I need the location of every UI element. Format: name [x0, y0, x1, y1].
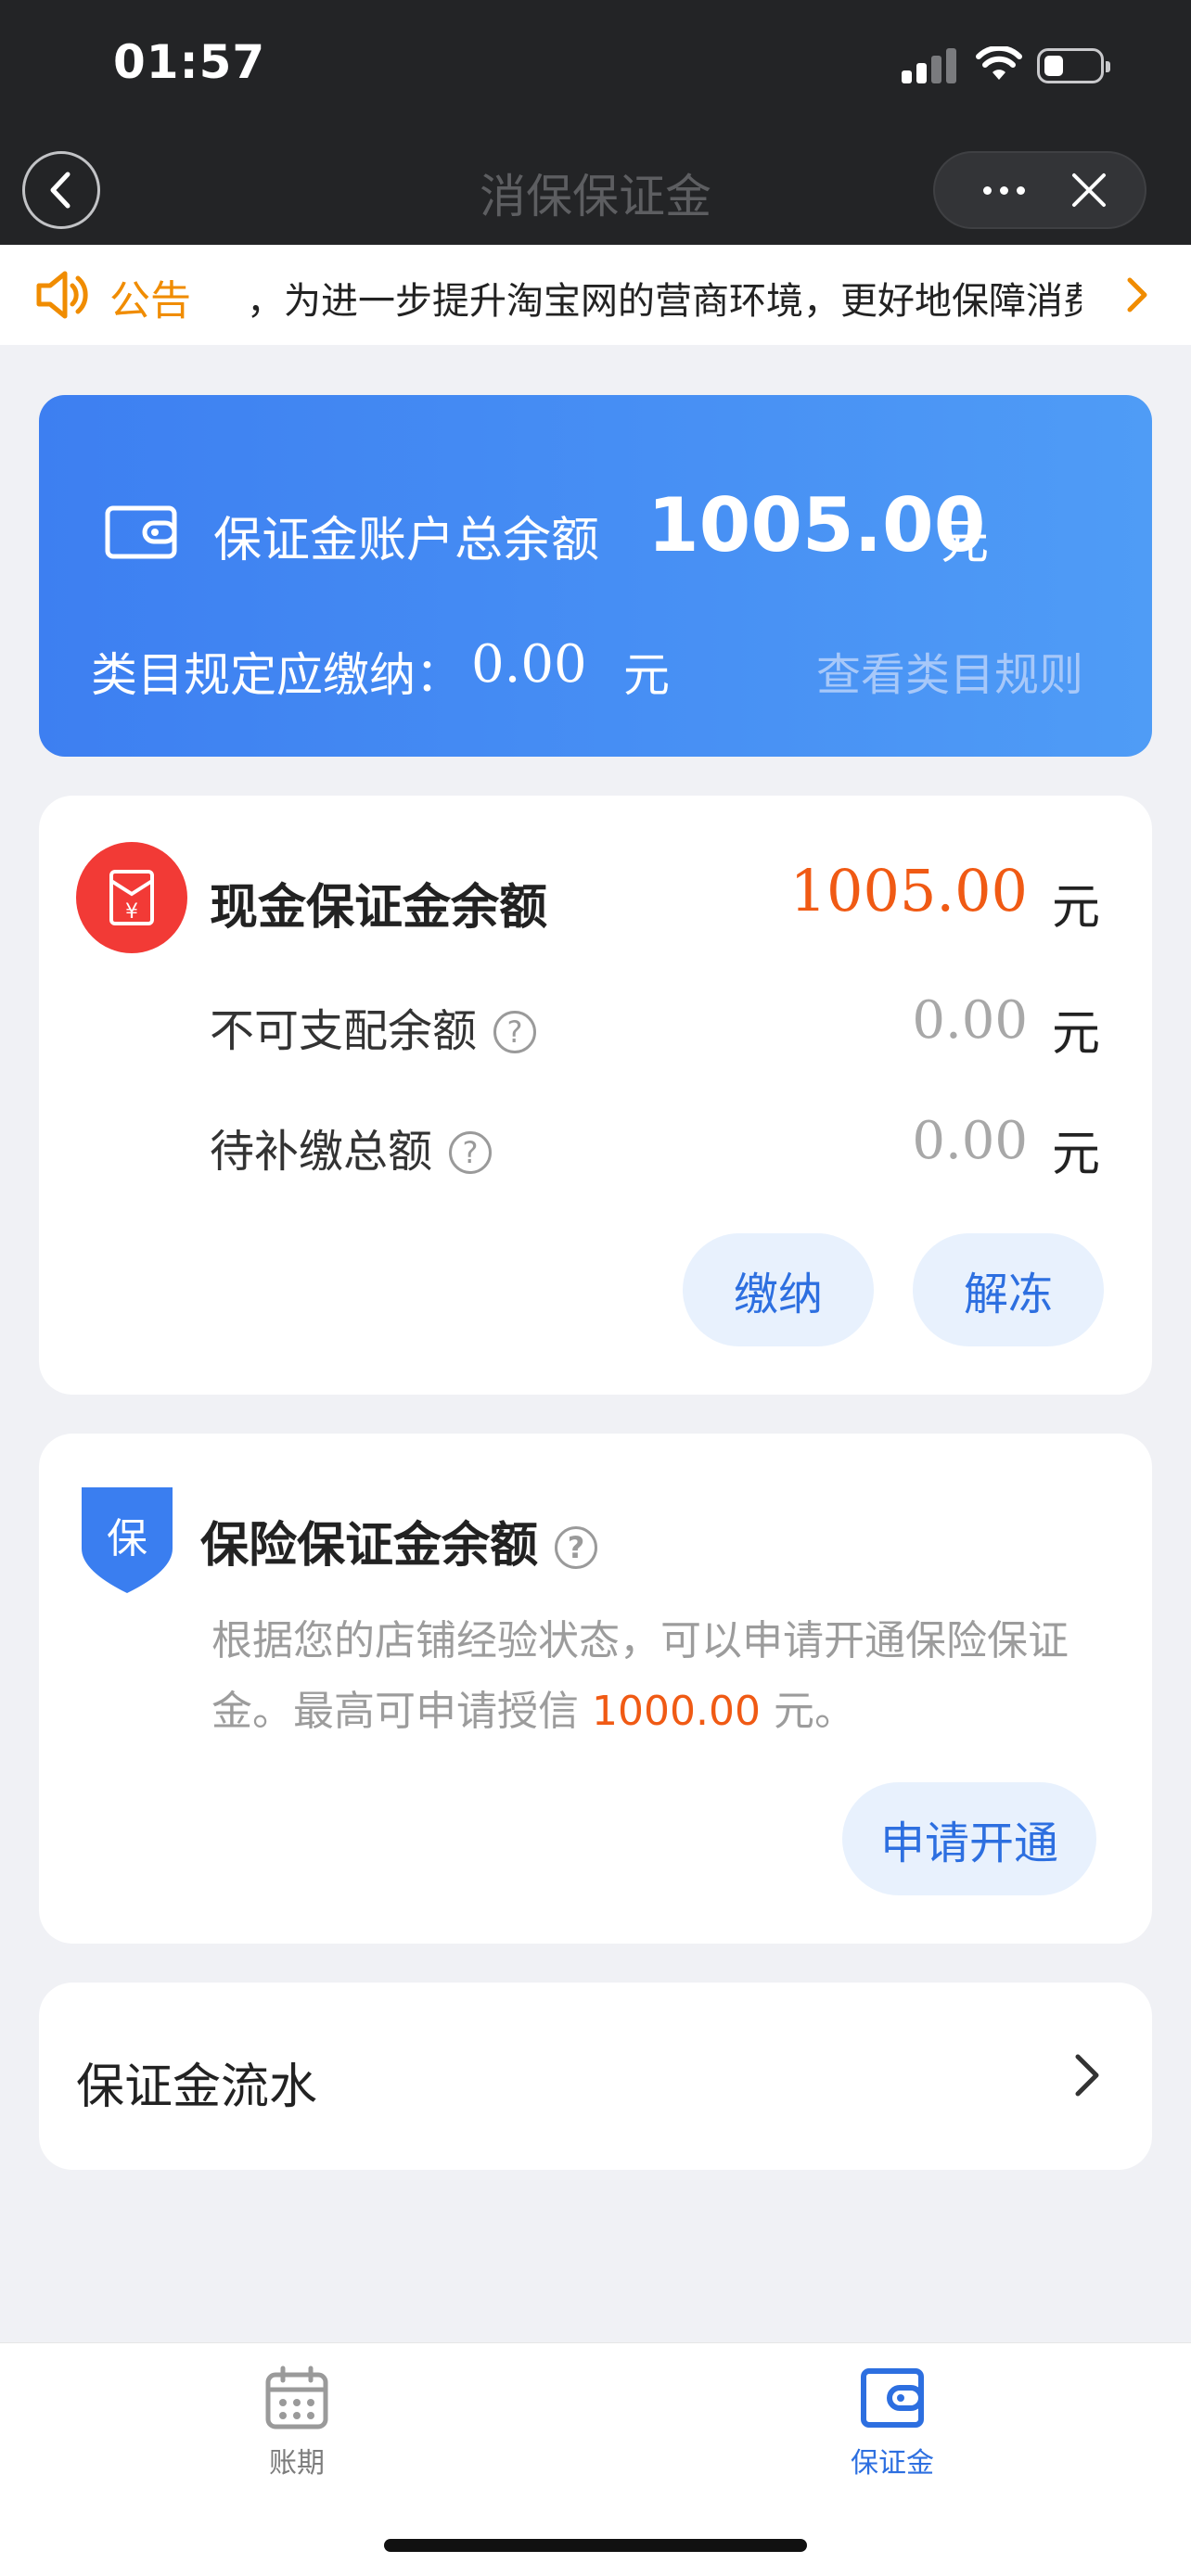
cellular-signal-icon: [902, 48, 957, 83]
pending-payment-value: 0.00: [912, 1111, 1028, 1171]
deposit-flow-label: 保证金流水: [76, 2060, 318, 2115]
cash-deposit-card: ¥ 现金保证金余额 1005.00 元 不可支配余额? 0.00 元 待补缴总额…: [39, 796, 1152, 1395]
non-disposable-value: 0.00: [912, 990, 1028, 1051]
pending-payment-unit: 元: [1051, 1127, 1100, 1182]
insurance-balance-title: 保险保证金余额?: [200, 1506, 598, 1575]
pay-button[interactable]: 缴纳: [683, 1233, 874, 1346]
insurance-description: 根据您的店铺经验状态，可以申请开通保险保证金。最高可申请授信 1000.00 元…: [211, 1617, 1069, 1735]
deposit-flow-row[interactable]: 保证金流水: [39, 1983, 1152, 2170]
unfreeze-button[interactable]: 解冻: [913, 1233, 1104, 1346]
close-icon[interactable]: [1067, 168, 1111, 212]
cash-balance-unit: 元: [1051, 880, 1100, 936]
home-indicator: [384, 2539, 807, 2552]
total-balance-value: 1005.00: [647, 482, 986, 568]
wifi-icon: [976, 46, 1022, 80]
wallet-icon: [105, 505, 177, 559]
non-disposable-label: 不可支配余额?: [210, 994, 537, 1059]
total-balance-unit: 元: [941, 515, 990, 570]
notice-bar[interactable]: 公告 ，为进一步提升淘宝网的营商环境，更好地保障消费者权益: [0, 245, 1191, 345]
speaker-icon: [36, 271, 88, 319]
tab-label: 保证金: [851, 2447, 934, 2480]
wallet-icon: [861, 2368, 924, 2428]
battery-icon: [1037, 48, 1110, 83]
help-icon[interactable]: ?: [493, 1011, 537, 1053]
more-dots-icon: [982, 185, 992, 195]
calendar-icon: [265, 2366, 328, 2429]
non-disposable-unit: 元: [1051, 1006, 1100, 1062]
tab-billing-period[interactable]: 账期: [186, 2366, 408, 2480]
help-icon[interactable]: ?: [555, 1526, 598, 1569]
credit-amount: 1000.00: [592, 1688, 761, 1735]
insurance-deposit-card: 保 保险保证金余额? 根据您的店铺经验状态，可以申请开通保险保证金。最高可申请授…: [39, 1434, 1152, 1944]
tab-deposit[interactable]: 保证金: [781, 2366, 1004, 2480]
deposit-summary-card: 保证金账户总余额 1005.00 元 类目规定应缴纳： 0.00 元 查看类目规…: [39, 395, 1152, 757]
cash-balance-title: 现金保证金余额: [210, 880, 548, 936]
required-amount-value: 0.00: [471, 634, 587, 695]
shield-icon: 保: [82, 1487, 173, 1593]
chevron-right-icon: [1127, 277, 1147, 312]
tab-label: 账期: [269, 2447, 325, 2480]
app-screen: 01:57 消保保证金 公告 ，为进一步提升淘宝网的营商环境，更好地保障消 保证…: [0, 0, 1191, 2576]
pending-payment-label: 待补缴总额?: [210, 1115, 493, 1180]
mini-program-capsule: [933, 151, 1146, 229]
required-amount-label: 类目规定应缴纳：: [91, 648, 462, 702]
svg-text:保: 保: [107, 1515, 147, 1562]
header-area: 01:57 消保保证金: [0, 0, 1191, 245]
apply-button[interactable]: 申请开通: [842, 1782, 1096, 1895]
red-envelope-icon: ¥: [76, 842, 187, 953]
cash-balance-value: 1005.00: [789, 857, 1028, 925]
notice-text: ，为进一步提升淘宝网的营商环境，更好地保障消费者权益: [247, 280, 1082, 323]
required-amount-unit: 元: [623, 648, 670, 702]
view-category-rules-link[interactable]: 查看类目规则: [816, 638, 1083, 703]
more-button[interactable]: [968, 153, 1039, 227]
help-icon[interactable]: ?: [449, 1131, 493, 1174]
status-time: 01:57: [113, 35, 266, 89]
notice-label: 公告: [109, 277, 191, 325]
total-balance-label: 保证金账户总余额: [213, 513, 600, 568]
chevron-right-icon: [1075, 2054, 1099, 2097]
yen-glyph: ¥: [125, 900, 138, 924]
